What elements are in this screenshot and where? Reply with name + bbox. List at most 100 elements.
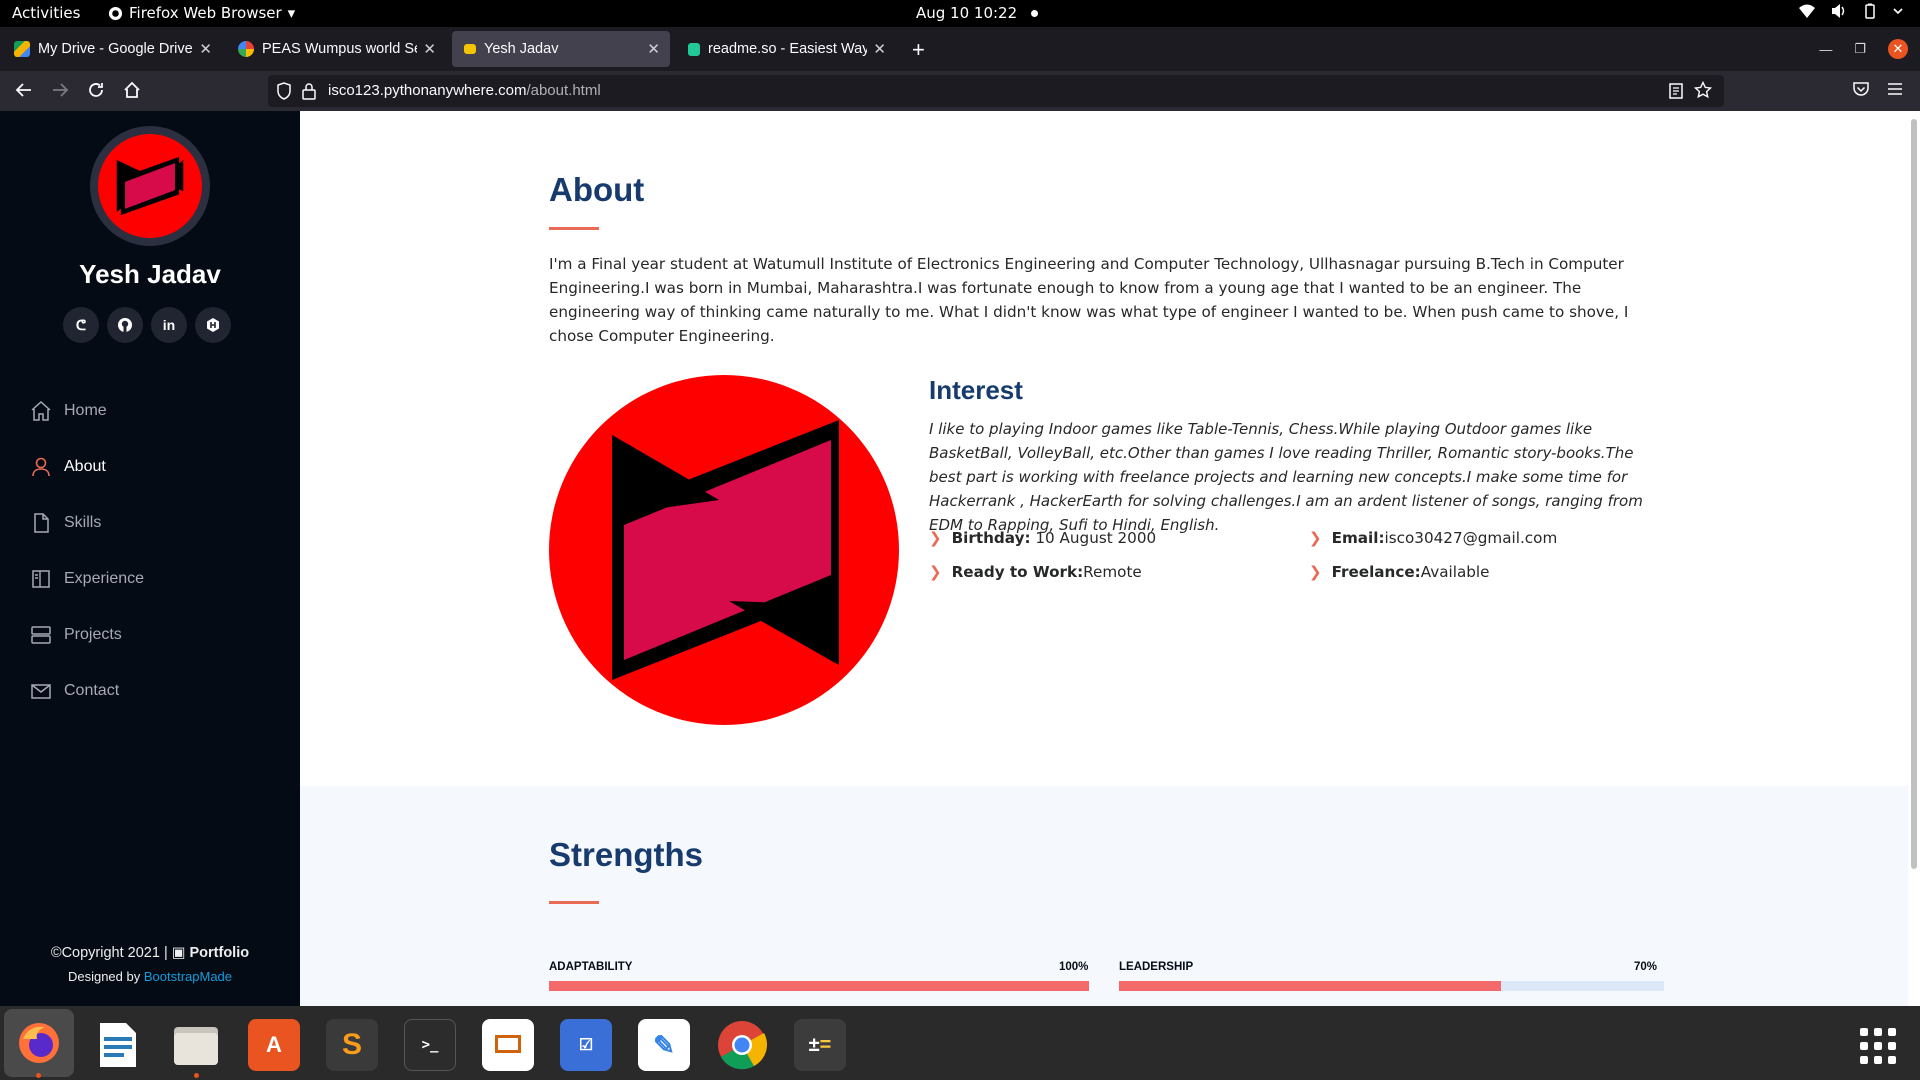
close-tab-icon[interactable]: ✕: [647, 40, 660, 58]
tab-readme[interactable]: readme.so - Easiest Way ✕: [678, 31, 896, 67]
tab-google-drive[interactable]: My Drive - Google Drive ✕: [4, 31, 222, 67]
interest-title: Interest: [929, 375, 1023, 405]
reader-view-icon[interactable]: [1668, 82, 1684, 100]
nav-projects[interactable]: Projects: [30, 607, 144, 663]
linkedin-icon[interactable]: in: [151, 307, 187, 343]
power-menu-icon: [1893, 8, 1903, 15]
wifi-icon: [1799, 4, 1815, 18]
close-tab-icon[interactable]: ✕: [873, 40, 886, 58]
tab-peas[interactable]: PEAS Wumpus world Sen ✕: [228, 31, 446, 67]
window-controls: — ❐ ✕: [1819, 39, 1908, 59]
tracking-shield-icon[interactable]: [276, 82, 292, 100]
battery-icon: [1865, 3, 1875, 19]
profile-logo-image: [549, 375, 899, 725]
copyright-icon: ©: [50, 945, 62, 961]
fact-value: Available: [1420, 563, 1490, 581]
avatar: [90, 126, 210, 246]
running-indicator: [36, 1073, 41, 1078]
github-icon[interactable]: [107, 307, 143, 343]
new-tab-button[interactable]: +: [912, 37, 925, 63]
about-paragraph: I'm a Final year student at Watumull Ins…: [549, 255, 1629, 345]
address-bar[interactable]: isco123.pythonanywhere.com/about.html: [268, 75, 1724, 107]
fact-label: Birthday:: [951, 529, 1031, 547]
main-content: About I'm a Final year student at Watumu…: [300, 111, 1908, 1006]
nav-about[interactable]: About: [30, 439, 144, 495]
dock-calculator[interactable]: ±=: [794, 1019, 846, 1071]
clock-text: Aug 10 10:22: [916, 4, 1018, 22]
back-icon[interactable]: [14, 80, 34, 100]
skill-label: ADAPTABILITY: [549, 961, 633, 973]
dock: A S >_ ☑ ✎ ±=: [0, 1006, 1920, 1080]
brand-name: Portfolio: [189, 945, 250, 961]
pocket-icon[interactable]: [1852, 80, 1870, 98]
nav-label: Experience: [64, 570, 145, 587]
skill-percent: 100%: [1059, 961, 1089, 973]
close-window-icon[interactable]: ✕: [1888, 39, 1908, 59]
forward-icon[interactable]: [50, 80, 70, 100]
hackerrank-icon[interactable]: [195, 307, 231, 343]
sublime-icon: S: [341, 1028, 362, 1061]
chevron-right-icon: ❯: [929, 563, 942, 581]
progress-fill-adaptability: [549, 981, 1089, 991]
chevron-right-icon: ❯: [1309, 563, 1322, 581]
activities-button[interactable]: Activities: [12, 4, 80, 22]
dock-impress[interactable]: [482, 1019, 534, 1071]
about-title: About: [549, 171, 645, 208]
interest-paragraph: I like to playing Indoor games like Tabl…: [929, 420, 1643, 534]
show-applications-icon[interactable]: [1860, 1028, 1896, 1064]
sidebar: Yesh Jadav ᕦ in Home About Skills Experi…: [0, 111, 300, 1006]
chevron-right-icon: ❯: [929, 529, 942, 547]
sidebar-menu: Home About Skills Experience Projects Co…: [30, 383, 144, 719]
nav-contact[interactable]: Contact: [30, 663, 144, 719]
server-icon: [31, 626, 51, 644]
dock-files[interactable]: [170, 1019, 222, 1071]
fact-value: isco30427@gmail.com: [1384, 529, 1558, 547]
url-text: isco123.pythonanywhere.com/about.html: [328, 82, 601, 99]
nav-home[interactable]: Home: [30, 383, 144, 439]
dock-sublime[interactable]: S: [326, 1019, 378, 1071]
sidebar-footer: ©Copyright 2021 | ▣ Portfolio Designed b…: [0, 945, 300, 984]
hamburger-menu-icon[interactable]: [1886, 80, 1904, 98]
readme-icon: [688, 42, 700, 56]
close-tab-icon[interactable]: ✕: [423, 40, 436, 58]
nav-skills[interactable]: Skills: [30, 495, 144, 551]
reload-icon[interactable]: [86, 80, 106, 100]
progress-fill-leadership: [1119, 981, 1501, 991]
fact-freelance: ❯ Freelance:Available: [1309, 563, 1489, 581]
nav-experience[interactable]: Experience: [30, 551, 144, 607]
chrome-icon: [718, 1021, 767, 1070]
app-menu[interactable]: Firefox Web Browser ▾: [108, 4, 295, 22]
firefox-small-icon: [108, 6, 123, 20]
person-icon: [32, 457, 50, 477]
bookmark-star-icon[interactable]: [1694, 81, 1712, 99]
dock-software[interactable]: A: [248, 1019, 300, 1071]
tab-strip: My Drive - Google Drive ✕ PEAS Wumpus wo…: [0, 27, 1920, 71]
dock-firefox[interactable]: [4, 1009, 74, 1077]
close-tab-icon[interactable]: ✕: [199, 40, 212, 58]
dock-terminal[interactable]: >_: [404, 1019, 456, 1071]
system-tray[interactable]: [1798, 3, 1904, 19]
dock-writer[interactable]: [92, 1019, 144, 1071]
designed-by-text: Designed by: [67, 969, 141, 984]
skill-percent: 70%: [1634, 961, 1658, 973]
web-page: Yesh Jadav ᕦ in Home About Skills Experi…: [0, 111, 1920, 1006]
volume-icon: [1832, 4, 1845, 18]
dock-tasks[interactable]: ☑: [560, 1019, 612, 1071]
envelope-icon: [31, 684, 51, 699]
maximize-icon[interactable]: ❐: [1854, 41, 1866, 57]
dock-chrome[interactable]: [716, 1019, 768, 1071]
page-scrollbar[interactable]: [1911, 119, 1917, 869]
designer-link[interactable]: BootstrapMade: [144, 969, 232, 984]
portfolio-icon: ▣: [171, 945, 186, 961]
file-icon: [34, 513, 49, 533]
nav-label: Skills: [64, 514, 102, 531]
fact-label: Ready to Work:: [951, 563, 1084, 581]
clock[interactable]: Aug 10 10:22: [916, 4, 1039, 22]
codechef-icon[interactable]: ᕦ: [63, 307, 99, 343]
copyright-text: Copyright 2021 |: [61, 945, 168, 961]
minimize-icon[interactable]: —: [1819, 42, 1832, 57]
tab-yesh-jadav[interactable]: Yesh Jadav ✕: [452, 31, 670, 67]
home-icon[interactable]: [122, 80, 142, 100]
lock-icon[interactable]: [302, 82, 316, 100]
dock-text-editor[interactable]: ✎: [638, 1019, 690, 1071]
